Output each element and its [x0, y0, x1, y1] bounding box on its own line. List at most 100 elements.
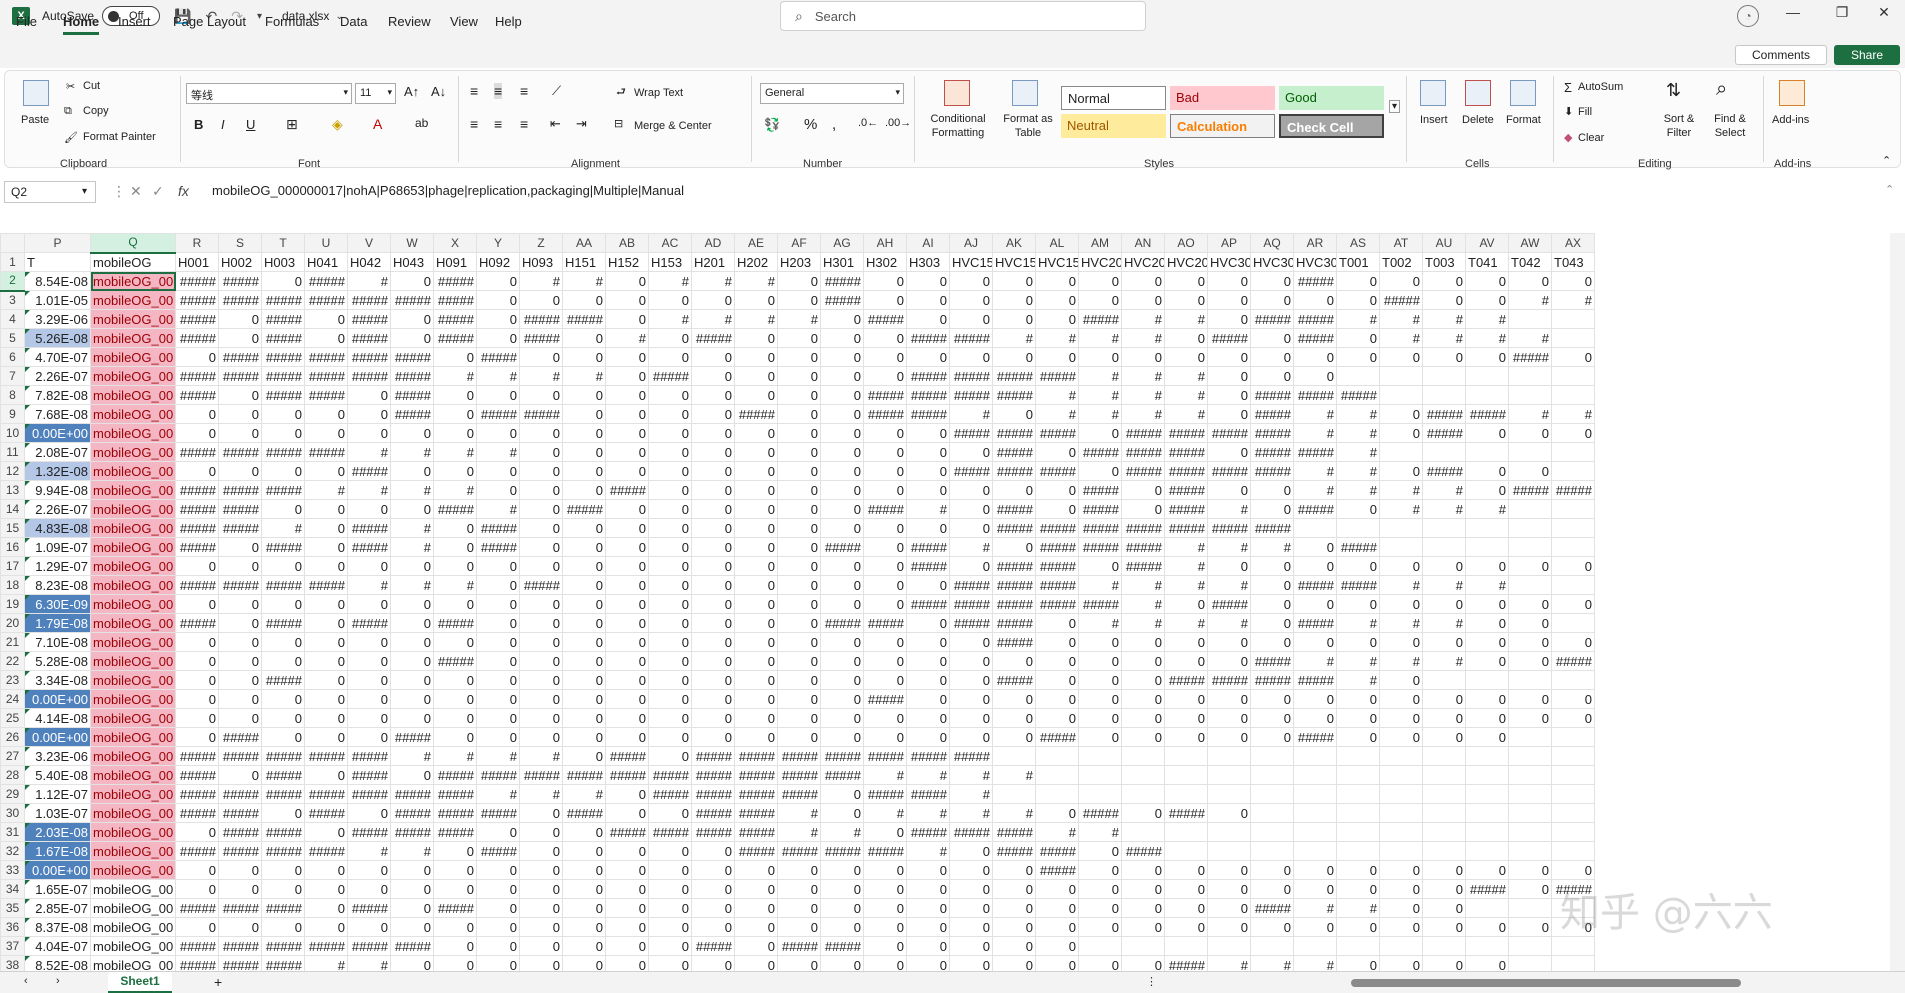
data-cell[interactable]: 0 — [1207, 556, 1251, 576]
style-normal[interactable]: Normal — [1061, 86, 1166, 110]
data-cell[interactable]: 0 — [261, 632, 305, 652]
data-cell[interactable]: 0 — [648, 632, 692, 652]
column-header-y[interactable]: Y — [476, 233, 520, 253]
data-cell[interactable]: 0 — [1465, 689, 1509, 709]
paste-button[interactable]: Paste — [21, 114, 49, 126]
data-cell[interactable] — [1551, 936, 1595, 956]
data-cell[interactable]: ##### — [1250, 404, 1294, 424]
data-cell[interactable]: 0 — [1164, 727, 1208, 747]
tab-file[interactable]: File — [16, 14, 37, 29]
data-cell[interactable]: # — [1465, 499, 1509, 519]
data-cell[interactable]: ##### — [992, 461, 1036, 481]
data-cell[interactable]: ##### — [218, 955, 262, 971]
data-cell[interactable]: 0 — [476, 955, 520, 971]
insert-cells-button[interactable]: Insert — [1420, 114, 1448, 126]
data-cell[interactable]: ##### — [519, 328, 563, 348]
data-cell[interactable]: 0 — [820, 328, 864, 348]
data-cell[interactable]: 0 — [1078, 727, 1122, 747]
data-cell[interactable]: 0 — [691, 879, 735, 899]
data-cell[interactable]: 0 — [949, 841, 993, 861]
data-cell[interactable]: 0 — [433, 936, 477, 956]
data-cell[interactable]: ##### — [777, 936, 821, 956]
header-cell[interactable]: HVC303 — [1293, 252, 1337, 272]
data-cell[interactable]: 0 — [691, 898, 735, 918]
data-cell[interactable]: 0 — [820, 594, 864, 614]
data-cell[interactable]: 0 — [863, 290, 907, 310]
column-header-ac[interactable]: AC — [648, 233, 692, 253]
data-cell[interactable]: ##### — [777, 841, 821, 861]
data-cell[interactable]: ##### — [218, 518, 262, 538]
data-cell[interactable]: # — [1078, 575, 1122, 595]
data-cell[interactable]: ##### — [1121, 423, 1165, 443]
data-cell[interactable]: # — [390, 480, 434, 500]
data-cell[interactable]: 0 — [691, 499, 735, 519]
data-cell[interactable]: 0 — [777, 613, 821, 633]
data-cell[interactable]: 0 — [390, 955, 434, 971]
data-cell[interactable] — [1250, 803, 1294, 823]
data-cell[interactable]: 0 — [734, 594, 778, 614]
data-cell[interactable]: # — [476, 442, 520, 462]
data-cell[interactable]: 0 — [304, 423, 348, 443]
data-cell[interactable]: ##### — [992, 575, 1036, 595]
column-header-s[interactable]: S — [218, 233, 262, 253]
data-cell[interactable]: ##### — [390, 385, 434, 405]
data-cell[interactable]: 0 — [734, 499, 778, 519]
pvalue-cell[interactable]: 8.54E-08 — [24, 271, 91, 291]
pvalue-cell[interactable]: 5.40E-08 — [24, 765, 91, 785]
data-cell[interactable]: ##### — [218, 366, 262, 386]
data-cell[interactable]: ##### — [1336, 537, 1380, 557]
data-cell[interactable]: 0 — [1121, 879, 1165, 899]
data-cell[interactable]: ##### — [863, 841, 907, 861]
data-cell[interactable]: ##### — [1164, 499, 1208, 519]
data-cell[interactable]: 0 — [863, 879, 907, 899]
data-cell[interactable] — [1465, 803, 1509, 823]
data-cell[interactable]: # — [734, 309, 778, 329]
data-cell[interactable]: 0 — [1078, 423, 1122, 443]
data-cell[interactable]: 0 — [390, 708, 434, 728]
header-cell[interactable]: HVC301 — [1207, 252, 1251, 272]
wrap-text-button[interactable]: Wrap Text — [634, 87, 683, 99]
data-cell[interactable]: 0 — [390, 689, 434, 709]
data-cell[interactable]: ##### — [175, 955, 219, 971]
data-cell[interactable]: ##### — [390, 822, 434, 842]
data-cell[interactable]: ##### — [261, 670, 305, 690]
conditional-formatting-button[interactable]: Conditional Formatting — [926, 112, 990, 140]
data-cell[interactable]: 0 — [562, 537, 606, 557]
data-cell[interactable]: 0 — [648, 404, 692, 424]
data-cell[interactable]: 0 — [605, 689, 649, 709]
name-box[interactable]: Q2 — [4, 181, 96, 203]
header-cell[interactable]: H042 — [347, 252, 391, 272]
row-header[interactable]: 5 — [0, 328, 25, 348]
row-header[interactable]: 18 — [0, 575, 25, 595]
data-cell[interactable]: 0 — [519, 822, 563, 842]
mobileog-cell[interactable]: mobileOG_00 — [90, 632, 176, 652]
data-cell[interactable]: ##### — [648, 765, 692, 785]
data-cell[interactable]: ##### — [1293, 575, 1337, 595]
column-header-aw[interactable]: AW — [1508, 233, 1552, 253]
column-header-ad[interactable]: AD — [691, 233, 735, 253]
data-cell[interactable]: 0 — [1121, 860, 1165, 880]
data-cell[interactable]: ##### — [347, 328, 391, 348]
data-cell[interactable]: 0 — [863, 594, 907, 614]
data-cell[interactable]: 0 — [261, 727, 305, 747]
data-cell[interactable]: ##### — [261, 290, 305, 310]
data-cell[interactable]: # — [1078, 366, 1122, 386]
data-cell[interactable]: 0 — [1508, 271, 1552, 291]
data-cell[interactable]: 0 — [648, 860, 692, 880]
header-cell[interactable]: T003 — [1422, 252, 1466, 272]
data-cell[interactable]: 0 — [863, 366, 907, 386]
mobileog-cell[interactable]: mobileOG_00 — [90, 366, 176, 386]
data-cell[interactable]: 0 — [1379, 404, 1423, 424]
data-cell[interactable]: 0 — [1465, 290, 1509, 310]
data-cell[interactable]: # — [1207, 613, 1251, 633]
search-input[interactable]: ⌕ Search — [780, 1, 1146, 31]
data-cell[interactable]: 0 — [820, 784, 864, 804]
data-cell[interactable]: ##### — [562, 765, 606, 785]
avatar[interactable]: ◔ — [1737, 5, 1759, 27]
data-cell[interactable]: 0 — [777, 575, 821, 595]
data-cell[interactable]: ##### — [949, 366, 993, 386]
data-cell[interactable]: 0 — [1379, 917, 1423, 937]
data-cell[interactable]: 0 — [648, 955, 692, 971]
data-cell[interactable]: 0 — [648, 936, 692, 956]
pvalue-cell[interactable]: 4.83E-08 — [24, 518, 91, 538]
